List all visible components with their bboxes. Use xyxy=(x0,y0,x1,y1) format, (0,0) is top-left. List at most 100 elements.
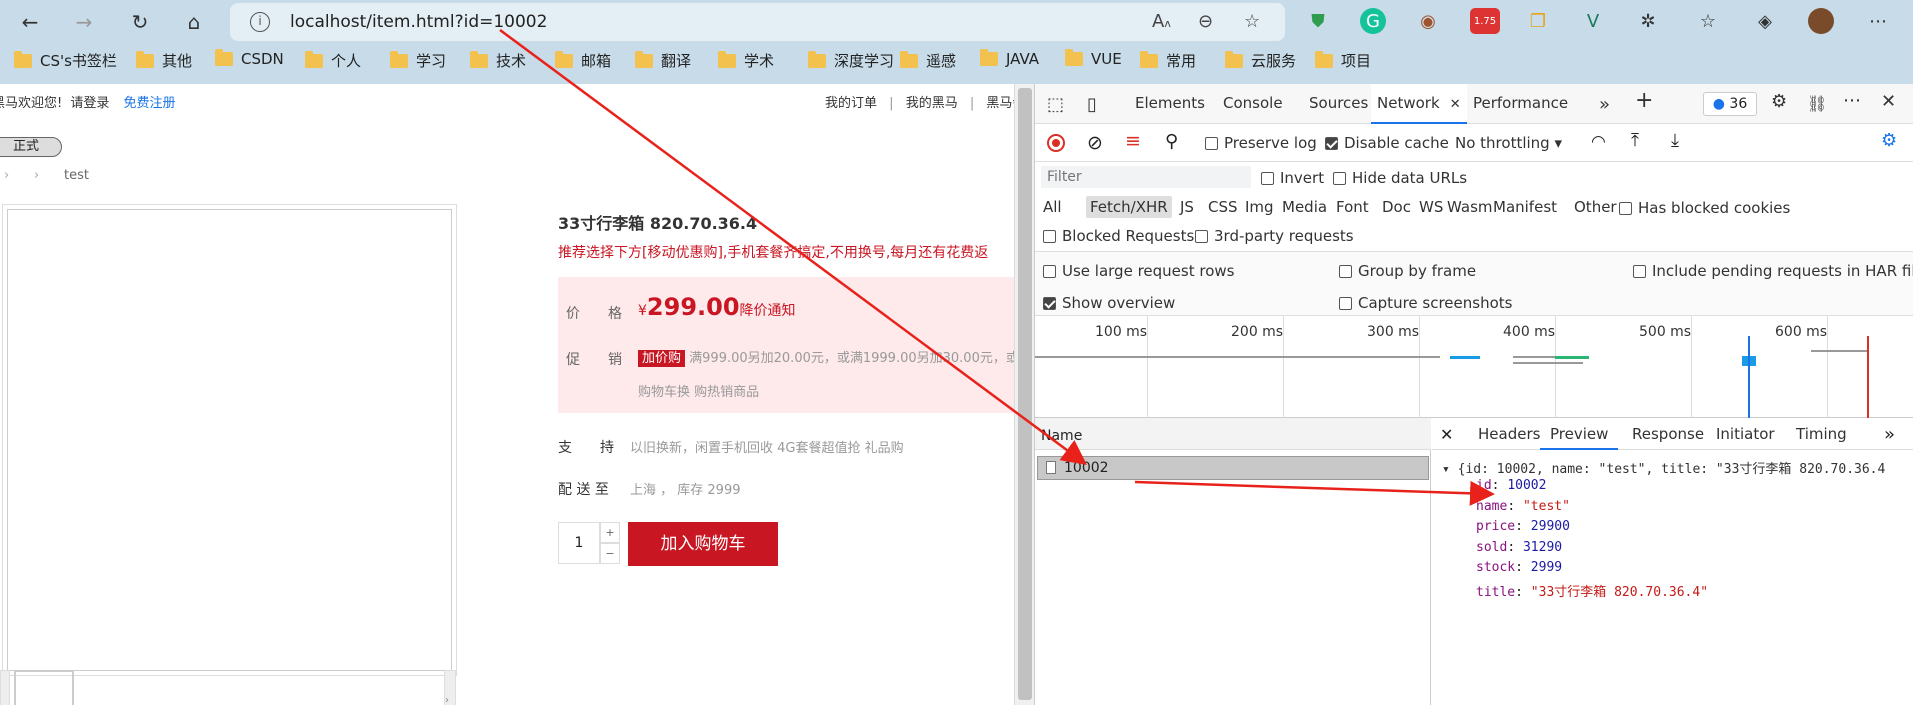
performance-icon[interactable]: ◈ xyxy=(1752,8,1778,34)
network-settings-icon[interactable]: ⚙ xyxy=(1881,130,1897,151)
bookmark-item[interactable]: 邮箱 xyxy=(555,50,611,71)
vue-devtools-icon[interactable]: V xyxy=(1580,8,1606,34)
detail-tab-headers[interactable]: Headers xyxy=(1478,425,1540,443)
large-rows-checkbox[interactable]: Use large request rows xyxy=(1043,262,1234,280)
detail-tab-timing[interactable]: Timing xyxy=(1796,425,1847,443)
quantity-minus-button[interactable]: − xyxy=(600,543,620,564)
detail-tab-initiator[interactable]: Initiator xyxy=(1716,425,1775,443)
new-tab-icon[interactable]: + xyxy=(1635,88,1653,113)
page-scrollbar-thumb[interactable] xyxy=(1018,88,1032,700)
preview-field-title[interactable]: title: "33寸行李箱 820.70.36.4" xyxy=(1476,581,1708,600)
bookmark-item[interactable]: 学习 xyxy=(390,50,446,71)
name-column-header[interactable]: Name xyxy=(1035,418,1431,450)
bookmark-item[interactable]: JAVA xyxy=(980,49,1039,68)
bookmark-item[interactable]: 翻译 xyxy=(635,50,691,71)
type-filter-other[interactable]: Other xyxy=(1574,198,1617,216)
type-filter-css[interactable]: CSS xyxy=(1208,198,1238,216)
close-tab-icon[interactable]: ✕ xyxy=(1446,97,1461,112)
thumbnail[interactable] xyxy=(14,670,74,705)
my-heima-link[interactable]: 我的黑马 xyxy=(906,96,958,111)
read-aloud-icon[interactable]: Aʌ xyxy=(1152,11,1171,32)
address-bar[interactable]: i localhost/item.html?id=10002 Aʌ ⊖ ☆ xyxy=(230,3,1285,41)
bookmark-item[interactable]: CSDN xyxy=(215,49,284,68)
bookmark-item[interactable]: 其他 xyxy=(136,50,192,71)
preview-field-price[interactable]: price: 29900 xyxy=(1476,519,1570,534)
bookmark-item[interactable]: CS's书签栏 xyxy=(14,50,117,71)
env-tag[interactable]: 正式 xyxy=(0,137,62,157)
type-filter-all[interactable]: All xyxy=(1043,198,1062,216)
search-icon[interactable]: ⚲ xyxy=(1165,131,1178,152)
heima-member-link[interactable]: 黑马会 xyxy=(986,96,1014,111)
devtools-tab-elements[interactable]: Elements xyxy=(1135,94,1205,112)
quantity-input[interactable]: 1 xyxy=(558,522,600,564)
back-icon[interactable]: ← xyxy=(14,6,46,38)
quantity-plus-button[interactable]: + xyxy=(600,522,620,543)
network-conditions-icon[interactable]: ◠ xyxy=(1591,132,1606,152)
reload-icon[interactable]: ↻ xyxy=(124,6,156,38)
avatar[interactable] xyxy=(1808,8,1834,34)
type-filter-manifest[interactable]: Manifest xyxy=(1493,198,1557,216)
bookmark-item[interactable]: 项目 xyxy=(1315,50,1371,71)
hide-data-urls-checkbox[interactable]: Hide data URLs xyxy=(1333,169,1467,187)
favorite-icon[interactable]: ☆ xyxy=(1244,11,1260,32)
include-pending-checkbox[interactable]: Include pending requests in HAR file xyxy=(1633,262,1913,280)
price-extension-icon[interactable]: 1.75 xyxy=(1470,8,1500,34)
third-party-checkbox[interactable]: 3rd-party requests xyxy=(1195,227,1354,245)
forward-icon[interactable]: → xyxy=(68,6,100,38)
devtools-tab-console[interactable]: Console xyxy=(1223,94,1283,112)
invert-checkbox[interactable]: Invert xyxy=(1261,169,1324,187)
grammarly-icon[interactable]: G xyxy=(1360,8,1386,34)
import-har-icon[interactable]: ⤒ xyxy=(1631,130,1639,151)
favorites-icon[interactable]: ☆ xyxy=(1695,8,1721,34)
preview-field-sold[interactable]: sold: 31290 xyxy=(1476,540,1562,555)
my-orders-link[interactable]: 我的订单 xyxy=(825,96,877,111)
detail-tab-response[interactable]: Response xyxy=(1632,425,1704,443)
preview-field-stock[interactable]: stock: 2999 xyxy=(1476,560,1562,575)
bookmark-item[interactable]: VUE xyxy=(1065,49,1122,68)
preview-field-name[interactable]: name: "test" xyxy=(1476,499,1570,514)
close-detail-icon[interactable]: ✕ xyxy=(1440,425,1453,444)
type-filter-font[interactable]: Font xyxy=(1336,198,1369,216)
thumb-next-button[interactable]: › xyxy=(444,670,456,705)
page-scrollbar[interactable] xyxy=(1014,84,1034,705)
extensions-icon[interactable]: ✲ xyxy=(1635,8,1661,34)
devtools-tab-network[interactable]: Network ✕ xyxy=(1371,84,1467,124)
site-info-icon[interactable]: i xyxy=(250,12,270,32)
devtools-menu-icon[interactable]: ⋯ xyxy=(1843,90,1861,111)
bookmark-item[interactable]: 个人 xyxy=(305,50,361,71)
price-notice-link[interactable]: 降价通知 xyxy=(740,303,796,319)
devtools-tab-sources[interactable]: Sources xyxy=(1309,94,1368,112)
issues-badge[interactable]: ● 36 xyxy=(1703,92,1757,116)
bookmark-item[interactable]: 常用 xyxy=(1140,50,1196,71)
export-har-icon[interactable]: ⤓ xyxy=(1671,130,1679,151)
throttling-select[interactable]: No throttling ▾ xyxy=(1455,134,1562,152)
add-to-cart-button[interactable]: 加入购物车 xyxy=(628,522,778,566)
inspect-icon[interactable]: ⬚ xyxy=(1047,94,1064,115)
settings-icon[interactable]: ⚙ xyxy=(1771,91,1787,112)
login-link[interactable]: 请登录 xyxy=(70,96,109,111)
group-by-frame-checkbox[interactable]: Group by frame xyxy=(1339,262,1476,280)
home-icon[interactable]: ⌂ xyxy=(178,6,210,38)
thumb-prev-button[interactable] xyxy=(0,670,10,705)
bookmark-item[interactable]: 遥感 xyxy=(900,50,956,71)
type-filter-media[interactable]: Media xyxy=(1282,198,1327,216)
type-filter-fetch-xhr[interactable]: Fetch/XHR xyxy=(1086,196,1172,218)
preserve-log-checkbox[interactable]: Preserve log xyxy=(1205,134,1317,152)
device-toolbar-icon[interactable]: ▯ xyxy=(1087,94,1097,115)
has-blocked-cookies-checkbox[interactable]: Has blocked cookies xyxy=(1619,199,1790,217)
more-detail-tabs-icon[interactable]: » xyxy=(1884,424,1895,445)
disable-cache-checkbox[interactable]: Disable cache xyxy=(1325,134,1449,152)
register-link[interactable]: 免费注册 xyxy=(124,96,176,111)
filter-input[interactable] xyxy=(1041,166,1251,188)
close-devtools-icon[interactable]: ✕ xyxy=(1881,91,1896,112)
devtools-tab-performance[interactable]: Performance xyxy=(1473,94,1568,112)
blocked-requests-checkbox[interactable]: Blocked Requests xyxy=(1043,227,1194,245)
bookmark-item[interactable]: 学术 xyxy=(718,50,774,71)
show-overview-checkbox[interactable]: Show overview xyxy=(1043,294,1175,312)
collections-extension-icon[interactable]: ❐ xyxy=(1525,8,1551,34)
type-filter-ws[interactable]: WS xyxy=(1419,198,1443,216)
type-filter-wasm[interactable]: Wasm xyxy=(1447,198,1493,216)
clear-icon[interactable]: ⊘ xyxy=(1087,132,1103,154)
filter-icon[interactable]: ≡ xyxy=(1125,130,1141,152)
preview-field-id[interactable]: id: 10002 xyxy=(1476,478,1546,493)
